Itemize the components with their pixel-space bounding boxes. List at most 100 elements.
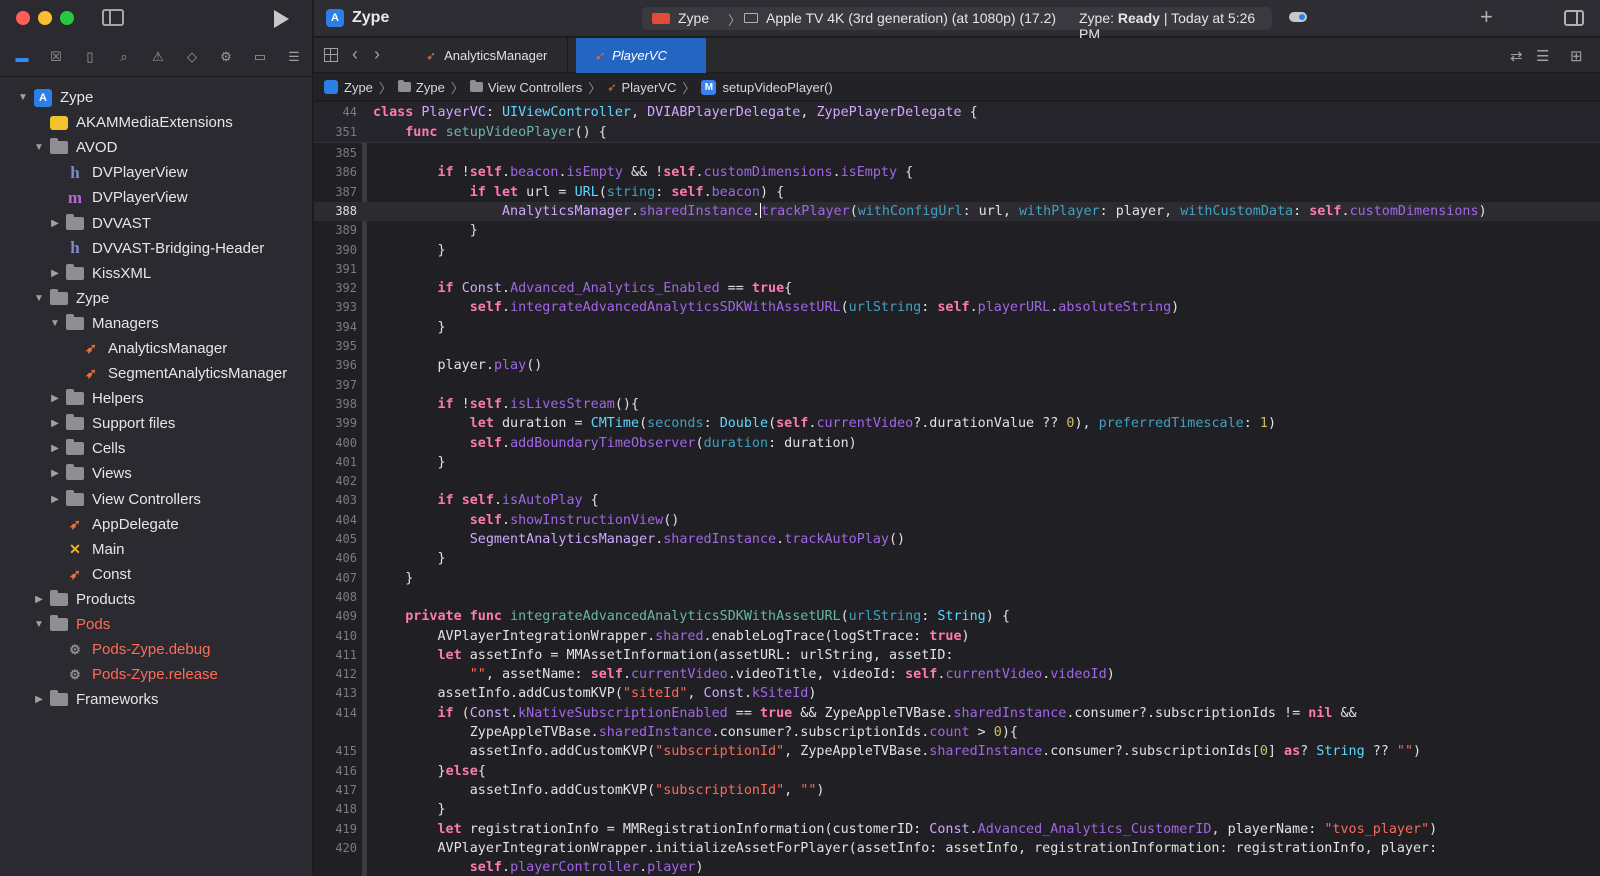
code-line[interactable]: 401 } bbox=[314, 453, 1600, 472]
code-line[interactable]: 411 let assetInfo = MMAssetInformation(a… bbox=[314, 646, 1600, 665]
chevron-right-icon[interactable]: ▶ bbox=[48, 218, 62, 229]
code-line[interactable]: 405 SegmentAnalyticsManager.sharedInstan… bbox=[314, 530, 1600, 549]
code-line[interactable]: 407 } bbox=[314, 569, 1600, 588]
add-library-button[interactable]: + bbox=[1480, 4, 1493, 30]
code-line[interactable]: 406 } bbox=[314, 549, 1600, 568]
run-button[interactable] bbox=[274, 10, 289, 28]
add-editor-icon[interactable]: ⊞ bbox=[1570, 47, 1583, 65]
tree-item[interactable]: ▼ Zype bbox=[0, 286, 312, 311]
test-icon[interactable]: ◇ bbox=[182, 47, 202, 67]
breakpoint-icon[interactable]: ▭ bbox=[250, 47, 270, 67]
chevron-right-icon[interactable]: ▶ bbox=[48, 268, 62, 279]
scheme-selector[interactable]: Zype 〉 Apple TV 4K (3rd generation) (at … bbox=[642, 7, 1272, 42]
cloud-sync-icon[interactable] bbox=[1289, 12, 1307, 22]
code-line[interactable]: 388 AnalyticsManager.sharedInstance.trac… bbox=[314, 201, 1600, 222]
code-line[interactable]: 394 } bbox=[314, 318, 1600, 337]
breadcrumb-group-view-controllers[interactable]: View Controllers bbox=[469, 80, 582, 95]
minimize-window-button[interactable] bbox=[38, 11, 52, 25]
code-line[interactable]: 393 self.integrateAdvancedAnalyticsSDKWi… bbox=[314, 298, 1600, 317]
code-line[interactable]: 396 player.play() bbox=[314, 356, 1600, 375]
breadcrumb-group-zype[interactable]: Zype bbox=[397, 80, 445, 95]
breadcrumb-file[interactable]: ➶ PlayerVC bbox=[607, 80, 676, 95]
tree-item[interactable]: ▶ Products bbox=[0, 587, 312, 612]
code-line[interactable]: 416 }else{ bbox=[314, 762, 1600, 781]
code-line[interactable]: 408 bbox=[314, 588, 1600, 607]
code-line[interactable]: 385 bbox=[314, 144, 1600, 163]
code-line[interactable]: 410 AVPlayerIntegrationWrapper.shared.en… bbox=[314, 627, 1600, 646]
tree-item[interactable]: ▼ Managers bbox=[0, 311, 312, 336]
code-line[interactable]: 399 let duration = CMTime(seconds: Doubl… bbox=[314, 414, 1600, 433]
chevron-right-icon[interactable]: ▶ bbox=[48, 418, 62, 429]
code-line[interactable]: 419 let registrationInfo = MMRegistratio… bbox=[314, 820, 1600, 839]
related-items-icon[interactable] bbox=[324, 48, 338, 62]
code-line[interactable]: 397 bbox=[314, 376, 1600, 395]
sidebar-toggle-icon[interactable] bbox=[102, 9, 124, 26]
code-editor[interactable]: 44 class PlayerVC: UIViewController, DVIA… bbox=[314, 102, 1600, 876]
code-line[interactable]: 386 if !self.beacon.isEmpty && !self.cus… bbox=[314, 163, 1600, 182]
tree-item[interactable]: ▶ DVVAST bbox=[0, 210, 312, 235]
tree-item[interactable]: ▼ Pods bbox=[0, 612, 312, 637]
code-line[interactable]: 420 AVPlayerIntegrationWrapper.initializ… bbox=[314, 839, 1600, 858]
chevron-right-icon[interactable]: ▶ bbox=[48, 468, 62, 479]
tree-item[interactable]: h DVPlayerView bbox=[0, 160, 312, 185]
code-line[interactable]: 403 if self.isAutoPlay { bbox=[314, 491, 1600, 510]
folder-icon[interactable]: ▬ bbox=[12, 47, 32, 67]
tree-item[interactable]: ▼ AVOD bbox=[0, 135, 312, 160]
tree-item[interactable]: ➶ AppDelegate bbox=[0, 512, 312, 537]
forward-arrow-icon[interactable]: › bbox=[374, 44, 380, 65]
code-line[interactable]: 409 private func integrateAdvancedAnalyt… bbox=[314, 607, 1600, 626]
tree-item[interactable]: m DVPlayerView bbox=[0, 185, 312, 210]
code-line[interactable]: 391 bbox=[314, 260, 1600, 279]
zoom-window-button[interactable] bbox=[60, 11, 74, 25]
search-icon[interactable]: ⌕ bbox=[114, 47, 134, 67]
tree-item[interactable]: ▶ Helpers bbox=[0, 386, 312, 411]
chevron-right-icon[interactable]: ▶ bbox=[32, 594, 46, 605]
chevron-down-icon[interactable]: ▼ bbox=[16, 92, 30, 103]
code-line[interactable]: 387 if let url = URL(string: self.beacon… bbox=[314, 183, 1600, 202]
source-control-icon[interactable]: ☒ bbox=[46, 47, 66, 67]
code-line[interactable]: 413 assetInfo.addCustomKVP("siteId", Con… bbox=[314, 684, 1600, 703]
tree-item[interactable]: ▼ A Zype bbox=[0, 85, 312, 110]
code-line[interactable]: 389 } bbox=[314, 221, 1600, 240]
code-line[interactable]: 402 bbox=[314, 472, 1600, 491]
run-destination[interactable]: Apple TV 4K (3rd generation) (at 1080p) … bbox=[766, 10, 1056, 26]
swap-icon[interactable]: ⇄ bbox=[1510, 47, 1523, 65]
editor-options-icon[interactable]: ☰ bbox=[1536, 47, 1549, 65]
scheme-name[interactable]: Zype bbox=[678, 10, 709, 26]
tree-item[interactable]: ➶ SegmentAnalyticsManager bbox=[0, 361, 312, 386]
code-line[interactable]: 44 class PlayerVC: UIViewController, DVIA… bbox=[314, 103, 1600, 122]
chevron-right-icon[interactable]: ▶ bbox=[48, 393, 62, 404]
code-line[interactable]: self.playerController.player) bbox=[314, 858, 1600, 876]
debug-icon[interactable]: ⚙ bbox=[216, 47, 236, 67]
tree-item[interactable]: h DVVAST-Bridging-Header bbox=[0, 236, 312, 261]
code-line[interactable]: ZypeAppleTVBase.sharedInstance.consumer?… bbox=[314, 723, 1600, 742]
chevron-down-icon[interactable]: ▼ bbox=[48, 318, 62, 329]
chevron-down-icon[interactable]: ▼ bbox=[32, 293, 46, 304]
tree-item[interactable]: ▶ Frameworks bbox=[0, 687, 312, 712]
code-line[interactable]: 415 assetInfo.addCustomKVP("subscription… bbox=[314, 742, 1600, 761]
chevron-right-icon[interactable]: ▶ bbox=[48, 443, 62, 454]
tree-item[interactable]: ⚙ Pods-Zype.debug bbox=[0, 637, 312, 662]
tree-item[interactable]: ✕ Main bbox=[0, 537, 312, 562]
code-line[interactable]: 398 if !self.isLivesStream(){ bbox=[314, 395, 1600, 414]
inspector-toggle-icon[interactable] bbox=[1564, 10, 1584, 26]
code-line[interactable]: 400 self.addBoundaryTimeObserver(duratio… bbox=[314, 434, 1600, 453]
tree-item[interactable]: ▶ View Controllers bbox=[0, 487, 312, 512]
breadcrumb-project[interactable]: Zype bbox=[324, 80, 373, 95]
tree-item[interactable]: ▶ Cells bbox=[0, 436, 312, 461]
tree-item[interactable]: ➶ AnalyticsManager bbox=[0, 336, 312, 361]
tree-item[interactable]: ▶ KissXML bbox=[0, 261, 312, 286]
warning-icon[interactable]: ⚠ bbox=[148, 47, 168, 67]
chevron-down-icon[interactable]: ▼ bbox=[32, 619, 46, 630]
close-window-button[interactable] bbox=[16, 11, 30, 25]
code-line[interactable]: 390 } bbox=[314, 241, 1600, 260]
tree-item[interactable]: ⚙ Pods-Zype.release bbox=[0, 662, 312, 687]
tree-item[interactable]: ➶ Const bbox=[0, 562, 312, 587]
code-line[interactable]: 418 } bbox=[314, 800, 1600, 819]
tree-item[interactable]: AKAMMediaExtensions bbox=[0, 110, 312, 135]
code-line[interactable]: 395 bbox=[314, 337, 1600, 356]
code-line[interactable]: 392 if Const.Advanced_Analytics_Enabled … bbox=[314, 279, 1600, 298]
code-line[interactable]: 351 func setupVideoPlayer() { bbox=[314, 123, 1600, 142]
tab-player-vc[interactable]: ➶ PlayerVC bbox=[576, 38, 706, 73]
chevron-right-icon[interactable]: ▶ bbox=[32, 694, 46, 705]
